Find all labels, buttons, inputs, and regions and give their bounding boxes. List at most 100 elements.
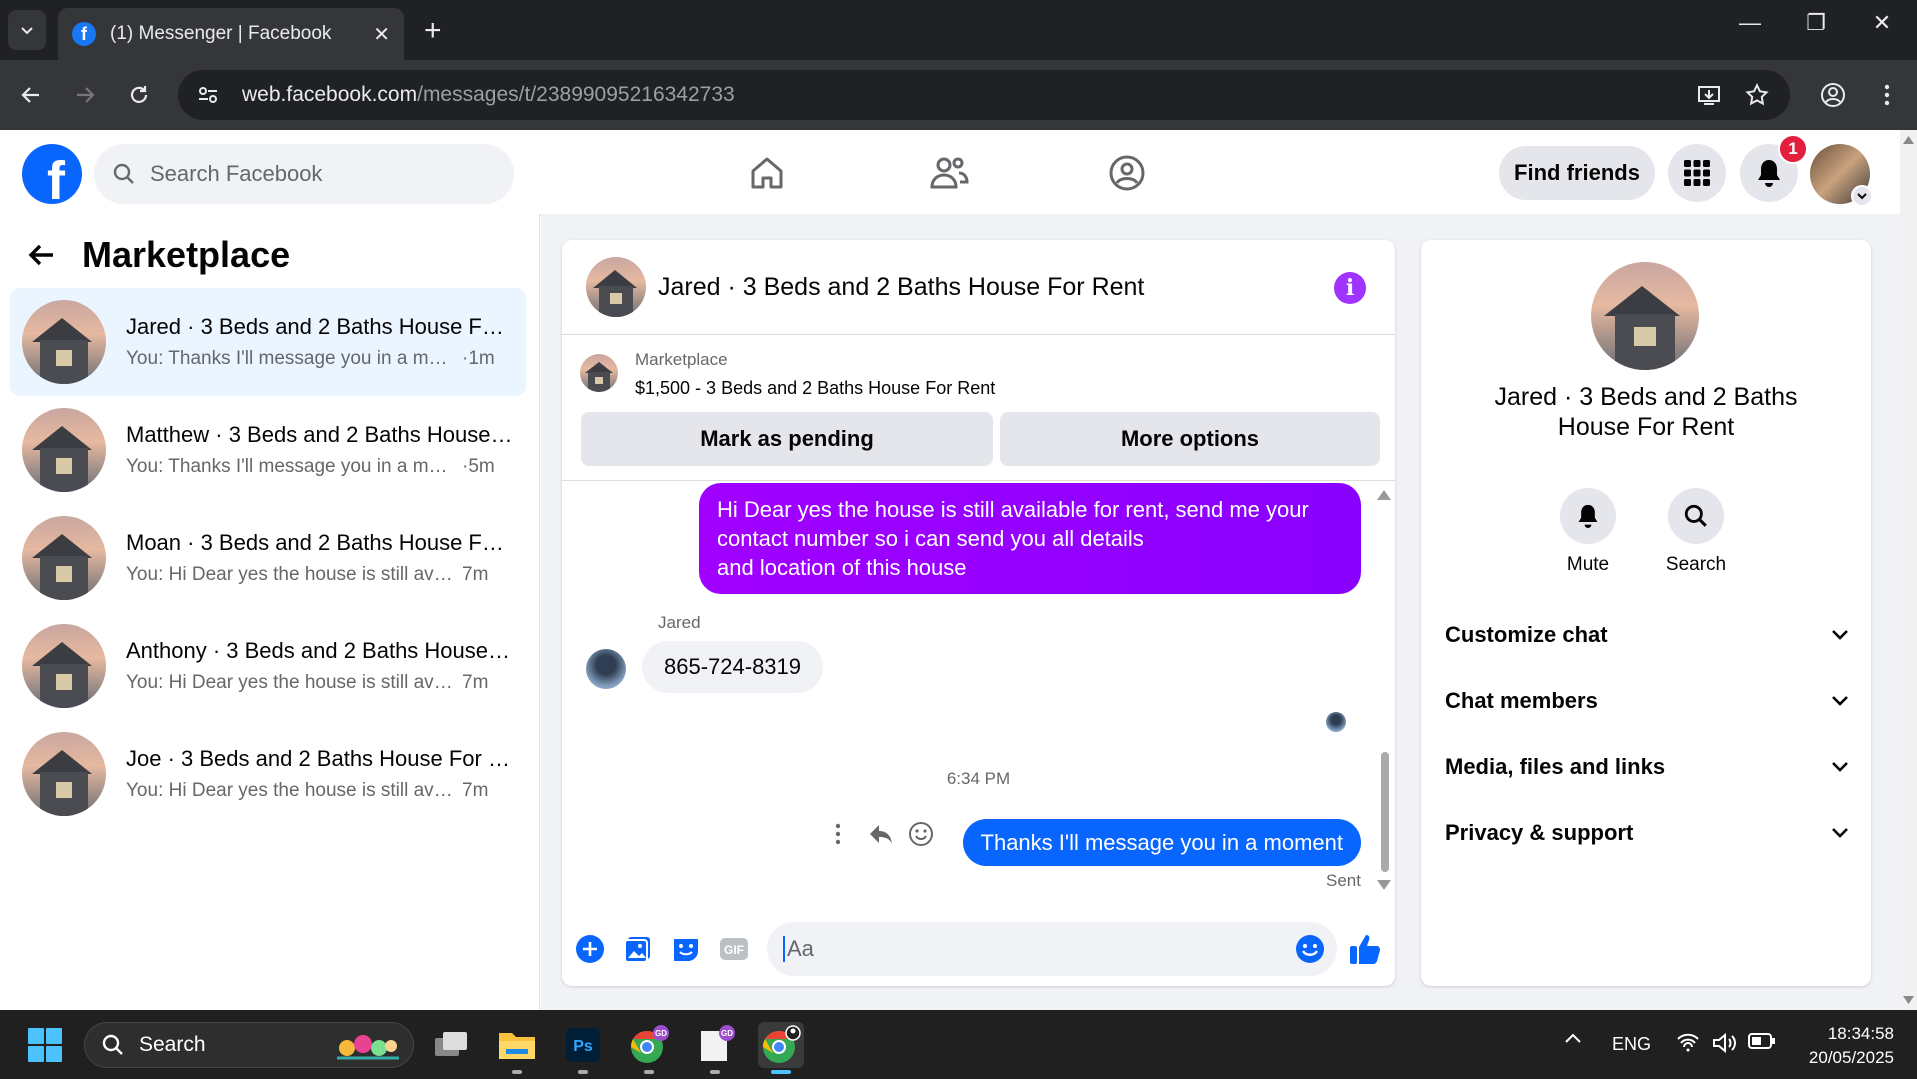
react-emoji-icon[interactable] (908, 821, 934, 847)
close-window-button[interactable]: ✕ (1852, 10, 1912, 36)
customize-chat-section[interactable]: Customize chat (1445, 622, 1849, 648)
site-settings-icon[interactable] (196, 83, 220, 107)
listing-title[interactable]: $1,500 - 3 Beds and 2 Baths House For Re… (635, 378, 995, 399)
search-icon (102, 1034, 123, 1055)
chat-title[interactable]: Jared · 3 Beds and 2 Baths House For Ren… (658, 273, 1144, 302)
conversation-item[interactable]: Matthew · 3 Beds and 2 Baths House For R… (10, 396, 526, 504)
reload-button[interactable] (122, 78, 156, 112)
notepad-app[interactable]: GD (692, 1022, 738, 1074)
facebook-search-input[interactable]: Search Facebook (94, 144, 514, 204)
chrome-profile-button[interactable] (1816, 78, 1850, 112)
privacy-support-section[interactable]: Privacy & support (1445, 820, 1849, 846)
install-app-icon[interactable] (1696, 82, 1722, 108)
chrome-app-profile-gd[interactable]: GD (626, 1022, 672, 1074)
start-button[interactable] (22, 1022, 68, 1068)
task-view-button[interactable] (428, 1022, 474, 1068)
more-options-button[interactable]: More options (1000, 412, 1380, 466)
file-explorer-app[interactable] (494, 1022, 540, 1074)
volume-icon[interactable] (1712, 1032, 1738, 1054)
more-actions-icon[interactable] (834, 823, 842, 845)
task-view-icon (435, 1032, 467, 1056)
facebook-logo-icon[interactable]: f (22, 144, 82, 204)
message-outgoing[interactable]: Thanks I'll message you in a moment (962, 819, 1361, 866)
conversation-name: Joe · 3 Beds and 2 Baths House For Rent (126, 746, 516, 771)
language-indicator[interactable]: ENG (1612, 1034, 1651, 1055)
conversation-preview: You: Hi Dear yes the house is still avai… (126, 564, 456, 585)
wifi-icon[interactable] (1676, 1032, 1700, 1052)
plus-circle-icon (576, 935, 604, 963)
document-icon: GD (701, 1025, 735, 1061)
reply-icon[interactable] (868, 823, 894, 845)
show-hidden-icons-chevron-icon[interactable] (1564, 1032, 1582, 1044)
photo-icon (624, 937, 650, 963)
marketplace-conversations-pane: Marketplace Jared · 3 Beds and 2 Baths H… (0, 214, 540, 1010)
nav-groups[interactable] (1102, 150, 1152, 196)
new-tab-button[interactable]: + (424, 14, 442, 48)
conversation-avatar (1591, 262, 1699, 370)
marketplace-label: Marketplace (635, 350, 728, 369)
conversation-preview: You: Thanks I'll message you in a moment (126, 456, 456, 477)
conversation-item[interactable]: Jared · 3 Beds and 2 Baths House For Ren… (10, 288, 526, 396)
mark-as-pending-button[interactable]: Mark as pending (581, 412, 993, 466)
sender-avatar[interactable] (586, 649, 626, 689)
close-tab-icon[interactable]: ✕ (373, 22, 390, 47)
conversation-item[interactable]: Moan · 3 Beds and 2 Baths House For Rent… (10, 504, 526, 612)
minimize-window-button[interactable]: — (1720, 10, 1780, 36)
reload-icon (130, 86, 148, 103)
menu-button[interactable] (1668, 144, 1726, 202)
chat-avatar[interactable] (586, 257, 646, 317)
taskbar-search[interactable]: Search (84, 1022, 414, 1068)
message-list: Hi Dear yes the house is still available… (562, 481, 1395, 901)
sticker-button[interactable] (670, 933, 702, 965)
chrome-menu-button[interactable] (1870, 78, 1904, 112)
grid-menu-icon (1684, 160, 1710, 186)
listing-avatar (22, 300, 106, 384)
back-button[interactable] (14, 78, 48, 112)
conversation-title: Jared · 3 Beds and 2 Baths House For Ren… (1494, 383, 1798, 441)
page-title: Marketplace (82, 234, 291, 275)
notification-badge: 1 (1778, 134, 1808, 164)
gif-button[interactable]: GIF (718, 933, 750, 965)
attach-photo-button[interactable] (622, 933, 654, 965)
account-menu-chevron-icon[interactable] (1851, 185, 1873, 207)
search-highlight-icon (337, 1035, 399, 1060)
message-actions (834, 821, 934, 847)
info-icon[interactable]: i (1334, 272, 1366, 304)
conversation-item[interactable]: Joe · 3 Beds and 2 Baths House For Rent … (10, 720, 526, 828)
page-scrollbar[interactable] (1900, 130, 1917, 1010)
more-attachments-button[interactable] (574, 933, 606, 965)
chat-members-section[interactable]: Chat members (1445, 688, 1849, 714)
message-incoming[interactable]: 865-724-8319 (642, 641, 824, 693)
address-bar[interactable]: web.facebook.com/messages/t/238990952163… (178, 70, 1790, 120)
chrome-app-active[interactable] (758, 1022, 804, 1074)
back-arrow-icon[interactable] (26, 240, 56, 270)
search-icon (1684, 504, 1707, 527)
nav-friends[interactable] (924, 150, 974, 196)
bookmark-star-icon[interactable] (1744, 82, 1770, 108)
mute-button[interactable]: Mute (1543, 488, 1633, 576)
windows-taskbar: Search Ps GD GD ENG 18:34:58 20/05/2025 (0, 1010, 1917, 1079)
media-files-links-section[interactable]: Media, files and links (1445, 754, 1849, 780)
home-icon (751, 157, 783, 189)
conversation-item[interactable]: Anthony · 3 Beds and 2 Baths House For R… (10, 612, 526, 720)
browser-tab-active[interactable]: f (1) Messenger | Facebook ✕ (58, 8, 404, 60)
forward-button[interactable] (68, 78, 102, 112)
message-input[interactable]: Aa (767, 922, 1337, 976)
listing-avatar (22, 624, 106, 708)
like-button[interactable] (1348, 932, 1382, 971)
message-outgoing[interactable]: Hi Dear yes the house is still available… (699, 483, 1361, 594)
battery-icon[interactable] (1748, 1032, 1776, 1050)
sticker-icon (674, 939, 698, 961)
find-friends-button[interactable]: Find friends (1499, 146, 1655, 200)
system-clock[interactable]: 18:34:58 20/05/2025 (1790, 1022, 1894, 1070)
chat-scrollbar[interactable] (1377, 490, 1391, 890)
photoshop-app[interactable]: Ps (560, 1022, 606, 1074)
nav-home[interactable] (742, 150, 792, 196)
emoji-icon[interactable] (1295, 934, 1325, 964)
browser-toolbar: web.facebook.com/messages/t/238990952163… (0, 60, 1917, 130)
conversation-info-panel: Jared · 3 Beds and 2 Baths House For Ren… (1421, 240, 1871, 986)
restore-window-button[interactable]: ❐ (1786, 10, 1846, 36)
tab-search-button[interactable] (8, 10, 46, 50)
search-conversation-button[interactable]: Search (1651, 488, 1741, 576)
chat-scrollbar-thumb[interactable] (1381, 752, 1389, 872)
